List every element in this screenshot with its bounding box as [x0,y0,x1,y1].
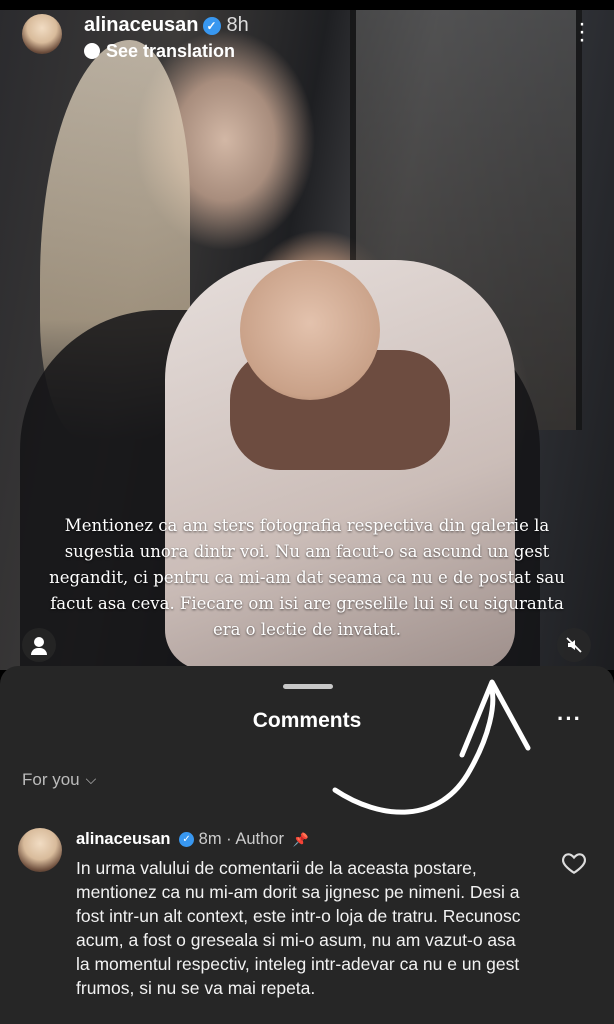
pin-icon: 📌 [292,832,309,847]
comment-separator: · [226,830,232,848]
story-author[interactable]: alinaceusan ✓ 8h [84,14,249,37]
comments-filter-dropdown[interactable]: For you ⌵ [22,770,96,790]
drag-handle[interactable] [283,684,333,689]
comments-title: Comments [252,709,362,732]
comment-username[interactable]: alinaceusan [76,830,170,848]
see-translation-label: See translation [106,41,236,61]
story-header: alinaceusan ✓ 8h See translation · · · [22,12,602,64]
author-label: Author [235,830,284,848]
story-caption: Mentionez ca am sters fotografia respect… [49,516,565,639]
globe-icon [84,43,100,59]
chevron-down-icon: ⌵ [85,771,97,787]
comment-time: 8m [198,830,222,848]
see-translation-button[interactable]: See translation [84,41,235,62]
heart-icon[interactable] [561,850,587,876]
story-time: 8h [226,14,249,36]
comment-author-avatar[interactable] [18,828,62,872]
speaker-muted-glyph [566,637,582,653]
user-tag-icon[interactable] [22,628,56,662]
more-vertical-icon[interactable]: · · · [572,12,592,52]
baby-face [240,260,380,400]
comments-sheet: Comments ··· For you ⌵ alinaceusan ✓ 8m ·… [0,666,614,1024]
more-horizontal-icon[interactable]: ··· [557,706,582,732]
comment-header: alinaceusan ✓ 8m · Author 📌 [76,830,309,849]
comment-text: In urma valului de comentarii de la acea… [76,858,521,998]
story-username[interactable]: alinaceusan [84,14,199,36]
verified-badge-icon: ✓ [202,16,221,35]
speaker-muted-icon[interactable] [557,628,591,662]
story-author-avatar[interactable] [22,14,62,54]
filter-label: For you [22,770,80,789]
verified-badge-icon: ✓ [179,832,195,848]
